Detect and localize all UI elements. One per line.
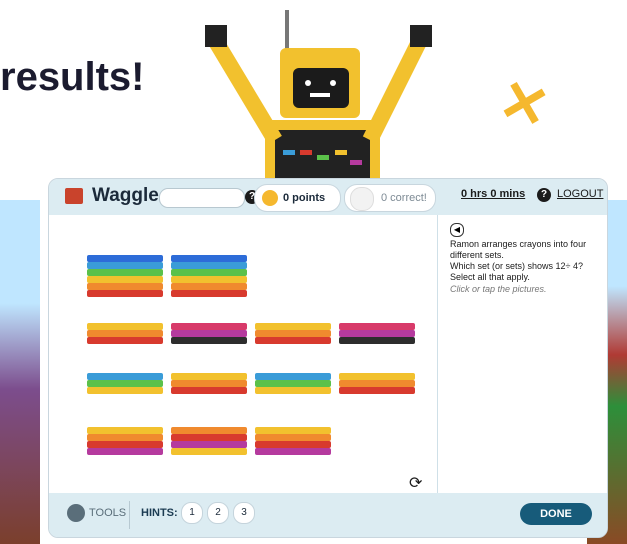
- crayon: [171, 330, 247, 337]
- crayon-group[interactable]: [255, 373, 331, 394]
- crayon: [171, 276, 247, 283]
- crayon: [171, 427, 247, 434]
- crayon-group[interactable]: [171, 427, 247, 455]
- crayon: [255, 330, 331, 337]
- crayon-group[interactable]: [87, 373, 163, 394]
- crayon: [255, 323, 331, 330]
- crayon: [87, 323, 163, 330]
- robot-mascot: [205, 10, 432, 190]
- app-window: Waggle ? 0 points 0 correct! 0 hrs 0 min…: [48, 178, 608, 538]
- crayon: [87, 448, 163, 455]
- gem-icon: [350, 187, 374, 211]
- crayon: [171, 255, 247, 262]
- crayon: [87, 262, 163, 269]
- crayon: [87, 434, 163, 441]
- background-headline: results!: [0, 55, 145, 99]
- question-line: Ramon arranges crayons into four: [450, 239, 587, 249]
- crayon: [87, 337, 163, 344]
- crayon: [339, 337, 415, 344]
- crayon: [255, 373, 331, 380]
- question-text: Ramon arranges crayons into four differe…: [450, 239, 600, 283]
- crayon: [87, 269, 163, 276]
- crayon-group[interactable]: [171, 255, 247, 297]
- crayon: [171, 323, 247, 330]
- decorative-x-mark: ✕: [492, 66, 557, 143]
- top-bar: Waggle ? 0 points 0 correct! 0 hrs 0 min…: [49, 179, 607, 215]
- crayon: [255, 337, 331, 344]
- question-line: different sets.: [450, 250, 504, 260]
- crayon-group[interactable]: [87, 323, 163, 344]
- crayon: [87, 373, 163, 380]
- crayon-group[interactable]: [255, 427, 331, 455]
- crayon: [171, 380, 247, 387]
- crayon: [339, 373, 415, 380]
- background-left-scenery: [0, 200, 40, 544]
- progress-bar: [159, 188, 245, 208]
- crayon-group[interactable]: [87, 427, 163, 455]
- refresh-icon[interactable]: ⟳: [409, 473, 422, 493]
- crayon: [171, 441, 247, 448]
- correct-label: 0 correct!: [381, 192, 427, 204]
- crayon: [171, 448, 247, 455]
- divider: [129, 501, 130, 529]
- coin-icon: [262, 190, 278, 206]
- crayon: [87, 283, 163, 290]
- crayon-group[interactable]: [171, 323, 247, 344]
- crayon: [87, 387, 163, 394]
- tools-label[interactable]: TOOLS: [89, 507, 126, 519]
- help-icon[interactable]: ?: [537, 188, 551, 202]
- crayon: [171, 290, 247, 297]
- crayon: [339, 330, 415, 337]
- crayon: [87, 290, 163, 297]
- crayon: [339, 387, 415, 394]
- crayon: [339, 380, 415, 387]
- bottom-bar: TOOLS HINTS: 1 2 3 DONE: [49, 493, 607, 537]
- crayon: [87, 427, 163, 434]
- correct-pill: 0 correct!: [344, 184, 436, 212]
- hints-label: HINTS:: [141, 507, 178, 519]
- work-area: ⟳: [49, 215, 438, 493]
- crayon: [87, 330, 163, 337]
- crayon: [255, 427, 331, 434]
- speaker-icon[interactable]: ◀: [450, 223, 464, 237]
- crayon: [87, 276, 163, 283]
- crayon: [171, 262, 247, 269]
- barn-logo-icon: [65, 188, 83, 204]
- question-panel: ◀ Ramon arranges crayons into four diffe…: [438, 215, 607, 493]
- crayon-group[interactable]: [339, 373, 415, 394]
- crayon: [171, 373, 247, 380]
- time-link[interactable]: 0 hrs 0 mins: [461, 188, 525, 200]
- logout-link[interactable]: LOGOUT: [557, 188, 603, 200]
- question-line: Select all that apply.: [450, 272, 530, 282]
- crayon: [255, 434, 331, 441]
- crayon: [171, 283, 247, 290]
- crayon: [255, 387, 331, 394]
- hint-button-1[interactable]: 1: [181, 502, 203, 524]
- points-label: 0 points: [283, 192, 326, 204]
- crayon: [255, 448, 331, 455]
- points-pill: 0 points: [254, 184, 341, 212]
- app-name: Waggle: [92, 185, 159, 206]
- crayon: [87, 380, 163, 387]
- crayon: [255, 441, 331, 448]
- crayon: [255, 380, 331, 387]
- crayon: [87, 441, 163, 448]
- question-line: Which set (or sets) shows 12÷ 4?: [450, 261, 583, 271]
- crayon: [339, 323, 415, 330]
- crayon-group[interactable]: [339, 323, 415, 344]
- crayon-group[interactable]: [87, 255, 163, 297]
- crayon-group[interactable]: [171, 373, 247, 394]
- crayon: [87, 255, 163, 262]
- crayon: [171, 434, 247, 441]
- crayon: [171, 269, 247, 276]
- crayon: [171, 337, 247, 344]
- hint-button-3[interactable]: 3: [233, 502, 255, 524]
- instruction-hint: Click or tap the pictures.: [450, 284, 547, 294]
- hint-button-2[interactable]: 2: [207, 502, 229, 524]
- done-button[interactable]: DONE: [520, 503, 592, 525]
- crayon: [171, 387, 247, 394]
- crayon-group[interactable]: [255, 323, 331, 344]
- tools-icon[interactable]: [67, 504, 85, 522]
